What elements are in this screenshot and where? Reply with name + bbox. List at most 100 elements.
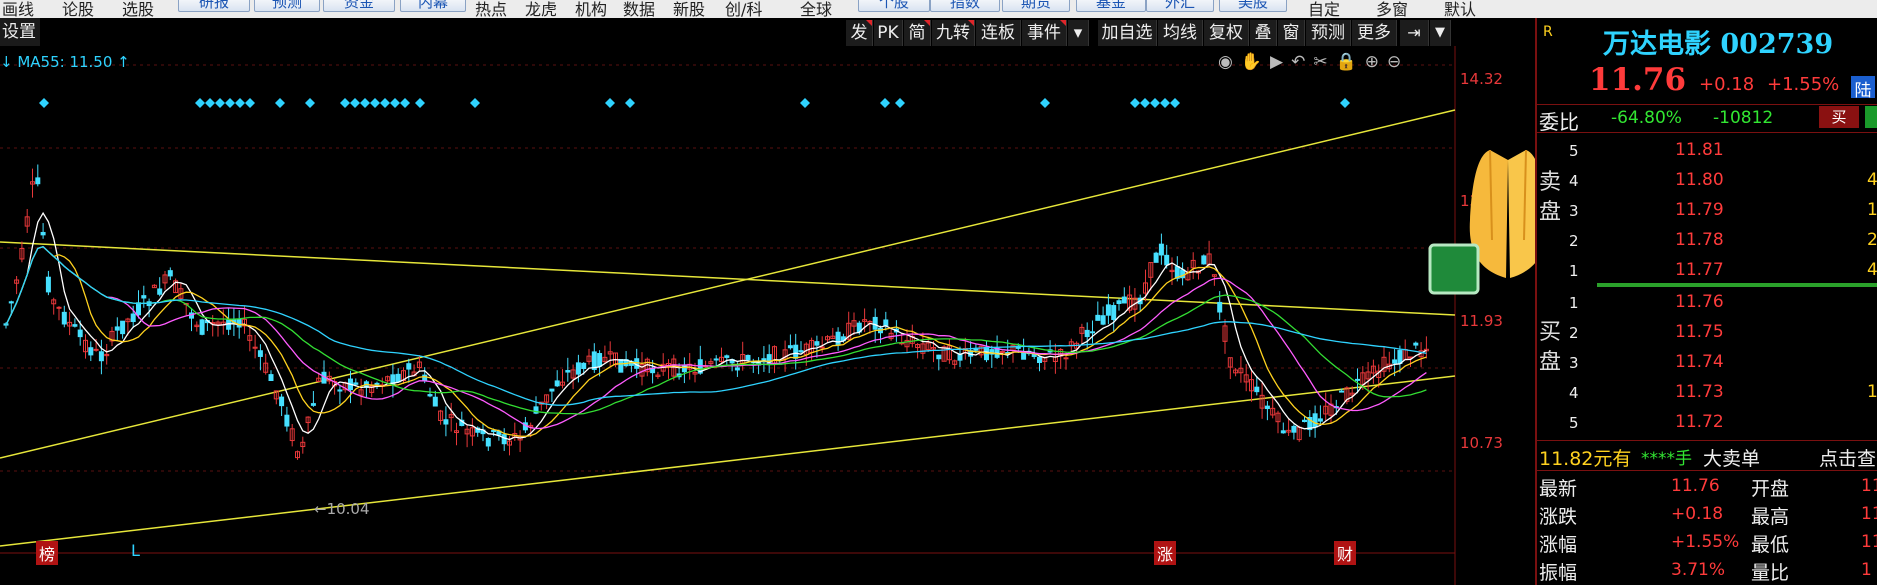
- nav-picker[interactable]: 选股: [122, 0, 154, 18]
- candle-body: [77, 329, 83, 338]
- quote-panel: R 万达电影 002739 11.76 +0.18 +1.55% 陆 委比 -6…: [1535, 18, 1877, 585]
- sell-button[interactable]: [1865, 106, 1877, 128]
- toolbar-send-button[interactable]: 发: [846, 20, 873, 46]
- nav-star[interactable]: 创/科: [725, 0, 762, 18]
- ask-level: 4: [1569, 172, 1579, 190]
- candle-body: [618, 359, 624, 373]
- toolbar-pk-button[interactable]: PK: [874, 20, 903, 46]
- candle-body: [226, 319, 232, 330]
- nav-forex-button[interactable]: 外汇: [1146, 0, 1214, 12]
- stat-value: +0.18: [1671, 504, 1724, 524]
- toolbar-predict-button[interactable]: 预测: [1306, 20, 1351, 46]
- lock-icon[interactable]: 🔒: [1336, 52, 1365, 72]
- candle-body: [575, 362, 581, 375]
- candle-body: [374, 382, 380, 385]
- stat-label-2: 最低: [1751, 534, 1790, 556]
- nav-fund-button[interactable]: 基金: [1076, 0, 1146, 12]
- nav-usstock-button[interactable]: 美股: [1219, 0, 1287, 12]
- nav-draw[interactable]: 画线: [2, 0, 34, 18]
- hand-icon[interactable]: ✋: [1241, 52, 1270, 72]
- eye-icon[interactable]: ◉: [1218, 52, 1241, 72]
- nav-multiwindow[interactable]: 多窗: [1376, 0, 1408, 18]
- kline-chart-svg[interactable]: [0, 18, 1535, 585]
- signal-diamond: [340, 98, 350, 108]
- nav-forum[interactable]: 论股: [62, 0, 94, 18]
- nav-hot[interactable]: 热点: [475, 0, 507, 18]
- nav-index-button[interactable]: 指数: [930, 0, 1000, 12]
- buy-button[interactable]: 买: [1819, 106, 1859, 128]
- candle-body: [268, 374, 274, 381]
- toolbar-event-button[interactable]: 事件: [1022, 20, 1067, 46]
- bottom-marker-list[interactable]: 榜: [36, 541, 59, 565]
- candle-body: [1302, 419, 1307, 423]
- candle-body: [819, 346, 825, 349]
- bigorder-click-link[interactable]: 点击查: [1819, 444, 1877, 471]
- stat-label-2: 量比: [1751, 562, 1790, 584]
- nav-institution[interactable]: 机构: [575, 0, 607, 18]
- nav-global[interactable]: 全球: [800, 0, 832, 18]
- candle-body: [1312, 413, 1318, 428]
- nav-custom[interactable]: 自定: [1308, 0, 1340, 18]
- nav-insider-button[interactable]: 内幕: [400, 0, 466, 12]
- candle-body: [681, 364, 687, 373]
- bottom-marker-finance[interactable]: 财: [1334, 541, 1357, 565]
- toolbar-overlay-button[interactable]: 叠: [1250, 20, 1277, 46]
- chart-settings-button[interactable]: 设置: [0, 18, 40, 46]
- toolbar-adjust-button[interactable]: 复权: [1204, 20, 1249, 46]
- toolbar-ma-button[interactable]: 均线: [1158, 20, 1203, 46]
- signal-diamond: [895, 98, 905, 108]
- candle-body: [353, 382, 359, 385]
- nav-funds-button[interactable]: 资金: [323, 0, 395, 12]
- nav-futures-button[interactable]: 期货: [1002, 0, 1070, 12]
- signal-diamond: [205, 98, 215, 108]
- candle-body: [999, 351, 1005, 354]
- nav-research-button[interactable]: 研报: [178, 0, 250, 12]
- toolbar-window-button[interactable]: 窗: [1278, 20, 1305, 46]
- candle-body: [734, 367, 740, 371]
- signal-diamond: [605, 98, 615, 108]
- candle-body: [1021, 351, 1027, 360]
- bid-price: 11.76: [1675, 292, 1724, 312]
- candle-body: [565, 370, 571, 373]
- nav-data[interactable]: 数据: [623, 0, 655, 18]
- nav-ipo[interactable]: 新股: [673, 0, 705, 18]
- price-axis-label-1: 14.32: [1460, 70, 1503, 88]
- scissors-icon[interactable]: ✂: [1313, 52, 1335, 72]
- candle-body: [793, 344, 799, 359]
- nav-dragon[interactable]: 龙虎: [525, 0, 557, 18]
- signal-diamond: [470, 98, 480, 108]
- zoom-out-icon[interactable]: ⊖: [1387, 52, 1409, 72]
- nav-default[interactable]: 默认: [1444, 0, 1476, 18]
- bottom-marker-limitup[interactable]: 涨: [1154, 541, 1177, 565]
- candle-body: [1164, 254, 1170, 266]
- toolbar-simple-button[interactable]: 简: [904, 20, 931, 46]
- toolbar-more-button[interactable]: 更多: [1352, 20, 1397, 46]
- zoom-in-icon[interactable]: ⊕: [1365, 52, 1387, 72]
- toolbar-adjust-label: 复权: [1209, 23, 1243, 43]
- ask-volume: 1: [1867, 200, 1877, 220]
- candle-body: [1153, 252, 1159, 263]
- hk-connect-tag[interactable]: 陆: [1851, 76, 1875, 101]
- candle-body: [236, 318, 242, 328]
- toolbar-limitup-button[interactable]: 连板: [976, 20, 1021, 46]
- candle-body: [1111, 305, 1117, 320]
- toolbar-dropdown-button[interactable]: ▾: [1068, 20, 1089, 46]
- ask-price: 11.77: [1675, 260, 1724, 280]
- undo-icon[interactable]: ↶: [1291, 52, 1313, 72]
- candle-body: [883, 319, 889, 327]
- candle-body: [1121, 296, 1127, 304]
- nav-stock-button[interactable]: 个股: [858, 0, 930, 12]
- play-icon[interactable]: ▶: [1270, 52, 1291, 72]
- toolbar-ninturn-label: 九转: [936, 23, 970, 43]
- toolbar-more-chevron-icon[interactable]: ▼: [1430, 20, 1451, 46]
- price-axis-label-4: 10.73: [1460, 434, 1503, 452]
- stock-name-code: 万达电影 002739: [1603, 29, 1834, 60]
- kline-chart-area[interactable]: [0, 18, 1535, 585]
- ask-side-label: 卖盘: [1539, 170, 1562, 225]
- nav-forecast-button[interactable]: 预测: [254, 0, 320, 12]
- toolbar-export-icon[interactable]: ⇥: [1400, 20, 1429, 46]
- bottom-marker-l[interactable]: L: [128, 541, 143, 560]
- candle-body: [872, 316, 878, 330]
- toolbar-ninturn-button[interactable]: 九转: [932, 20, 975, 46]
- toolbar-add-watchlist-button[interactable]: 加自选: [1098, 20, 1157, 46]
